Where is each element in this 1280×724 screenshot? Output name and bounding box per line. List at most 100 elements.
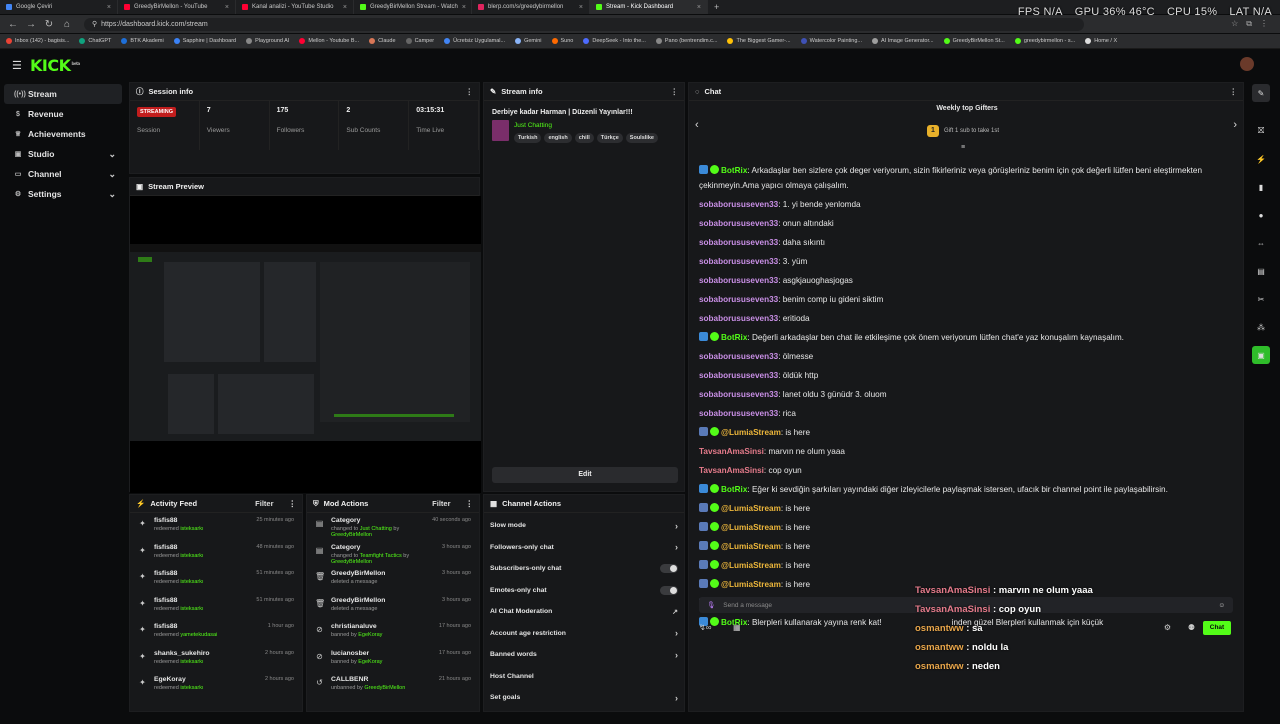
chat-username[interactable]: @LumiaStream xyxy=(721,504,781,513)
more-icon[interactable]: ⋮ xyxy=(1230,87,1238,96)
bookmark-item[interactable]: Home / X xyxy=(1085,38,1117,44)
chevron-right-icon[interactable]: › xyxy=(1233,119,1237,131)
chat-username[interactable]: sobaborususeven33 xyxy=(699,390,778,399)
stream-tag[interactable]: Türkçe xyxy=(596,133,623,143)
bookmark-item[interactable]: Inbox (142) - bagisis... xyxy=(6,38,69,44)
chat-bubble-icon[interactable]: ● xyxy=(1252,206,1270,224)
edit-button[interactable]: Edit xyxy=(492,467,678,483)
bookmark-item[interactable]: AI Image Generator... xyxy=(871,38,934,44)
user-group-icon[interactable]: ⚉ xyxy=(1188,623,1195,632)
chat-username[interactable]: BotRix xyxy=(721,166,747,175)
close-tab-icon[interactable]: × xyxy=(343,4,347,11)
emoji-icon[interactable]: ☺ xyxy=(1218,602,1225,609)
bookmark-item[interactable]: Pano (bentrendim.c... xyxy=(655,38,717,44)
stream-tag[interactable]: chill xyxy=(574,133,594,143)
sidebar-item-settings[interactable]: ⚙ Settings ⌄ xyxy=(4,184,122,204)
bookmark-item[interactable]: BTK Akademi xyxy=(121,38,164,44)
bookmark-item[interactable]: DeepSeek - Into the... xyxy=(583,38,646,44)
sidebar-item-achievements[interactable]: ♕ Achievements xyxy=(4,124,122,144)
chat-username[interactable]: @LumiaStream xyxy=(721,542,781,551)
chat-username[interactable]: @LumiaStream xyxy=(721,428,781,437)
green-app-icon[interactable]: ▣ xyxy=(1252,346,1270,364)
bookmark-item[interactable]: Ücretsiz Uygulamal... xyxy=(444,38,505,44)
kick-logo[interactable]: KICKbeta xyxy=(30,56,80,75)
toggle-switch[interactable] xyxy=(660,564,678,574)
back-icon[interactable]: ← xyxy=(8,19,18,30)
chat-username[interactable]: sobaborususeven33 xyxy=(699,295,778,304)
close-tab-icon[interactable]: × xyxy=(579,4,583,11)
mod-action-name[interactable]: CALLBENR xyxy=(331,676,432,683)
toggle-switch[interactable] xyxy=(660,585,678,595)
activity-username[interactable]: fisfis88 xyxy=(154,544,249,551)
chevron-down-icon[interactable]: ⌄ xyxy=(108,189,116,200)
site-info-icon[interactable]: ⚲ xyxy=(92,20,97,28)
forward-icon[interactable]: → xyxy=(26,19,36,30)
activity-username[interactable]: fisfis88 xyxy=(154,517,249,524)
more-icon[interactable]: ⋮ xyxy=(466,87,474,96)
bookmark-item[interactable]: Mellon - Youtube B... xyxy=(299,38,359,44)
sidebar-item-stream[interactable]: ((•)) Stream xyxy=(4,84,122,104)
chat-username[interactable]: sobaborususeven33 xyxy=(699,219,778,228)
chat-username[interactable]: @LumiaStream xyxy=(721,580,781,589)
chat-username[interactable]: sobaborususeven33 xyxy=(699,257,778,266)
mod-action-name[interactable]: GreedyBirMellon xyxy=(331,570,435,577)
bookmark-item[interactable]: Suno xyxy=(551,38,573,44)
stream-tag[interactable]: Soulslike xyxy=(625,133,658,143)
new-tab-icon[interactable]: + xyxy=(708,2,725,12)
chevron-down-icon[interactable]: ⌄ xyxy=(108,169,116,180)
channel-action-subscribers-only-chat[interactable]: Subscribers-only chat xyxy=(484,558,684,580)
group-icon[interactable]: ⁂ xyxy=(1252,318,1270,336)
chat-username[interactable]: sobaborususeven33 xyxy=(699,200,778,209)
points-icon[interactable]: ↯∞ xyxy=(699,623,711,632)
chat-username[interactable]: TavsanAmaSinsi xyxy=(699,466,764,475)
url-input[interactable]: ⚲ https://dashboard.kick.com/stream xyxy=(84,17,1084,31)
user-avatar[interactable] xyxy=(1240,57,1254,71)
category-name[interactable]: Just Chatting xyxy=(514,122,658,129)
gift-icon[interactable]: ⛝ xyxy=(1252,122,1270,140)
chat-username[interactable]: sobaborususeven33 xyxy=(699,314,778,323)
chat-username[interactable]: sobaborususeven33 xyxy=(699,352,778,361)
bookmark-item[interactable]: Camper xyxy=(405,38,434,44)
more-icon[interactable]: ⋮ xyxy=(289,499,297,508)
sidebar-item-channel[interactable]: ▭ Channel ⌄ xyxy=(4,164,122,184)
close-tab-icon[interactable]: × xyxy=(225,4,229,11)
home-icon[interactable]: ⌂ xyxy=(62,19,72,30)
activity-username[interactable]: fisfis88 xyxy=(154,597,249,604)
browser-tab[interactable]: Stream - Kick Dashboard × xyxy=(590,0,708,14)
chat-username[interactable]: sobaborususeven33 xyxy=(699,276,778,285)
mod-action-name[interactable]: GreedyBirMellon xyxy=(331,597,435,604)
channel-action-emotes-only-chat[interactable]: Emotes-only chat xyxy=(484,580,684,602)
browser-tab[interactable]: Kanal analizi - YouTube Studio × xyxy=(236,0,354,14)
mod-action-name[interactable]: Category xyxy=(331,544,435,551)
hamburger-menu-icon[interactable]: ☰ xyxy=(12,59,22,72)
mod-action-name[interactable]: Category xyxy=(331,517,425,524)
link-icon[interactable]: ⇔ xyxy=(1252,234,1270,252)
channel-action-host-channel[interactable]: Host Channel xyxy=(484,666,684,688)
chat-username[interactable]: BotRix xyxy=(721,485,747,494)
pencil-icon[interactable]: ✎ xyxy=(1252,84,1270,102)
bookmark-item[interactable]: greedybirmellon - s... xyxy=(1014,38,1075,44)
mod-action-name[interactable]: lucianosber xyxy=(331,650,432,657)
reload-icon[interactable]: ↻ xyxy=(44,19,54,30)
menu-dots-icon[interactable]: ⋮ xyxy=(1260,19,1268,29)
bookmark-item[interactable]: Watercolor Painting... xyxy=(800,38,862,44)
mic-icon[interactable]: 🎙 xyxy=(707,601,715,609)
chat-username[interactable]: @LumiaStream xyxy=(721,561,781,570)
star-icon[interactable]: ☆ xyxy=(1231,19,1238,29)
bookmark-item[interactable]: Gemini xyxy=(515,38,542,44)
stream-tag[interactable]: Turkish xyxy=(514,133,542,143)
collapse-icon[interactable]: ≡ xyxy=(961,144,965,151)
send-chat-button[interactable]: Chat xyxy=(1203,621,1231,635)
channel-action-ai-chat-moderation[interactable]: AI Chat Moderation ↗ xyxy=(484,601,684,623)
sidebar-item-revenue[interactable]: $ Revenue xyxy=(4,104,122,124)
filter-button[interactable]: Filter xyxy=(432,499,450,508)
chat-username[interactable]: sobaborususeven33 xyxy=(699,238,778,247)
chevron-left-icon[interactable]: ‹ xyxy=(695,119,699,131)
browser-tab[interactable]: GreedyBirMellon - YouTube × xyxy=(118,0,236,14)
filter-button[interactable]: Filter xyxy=(255,499,273,508)
video-player[interactable] xyxy=(130,196,481,493)
mod-action-name[interactable]: christianaluve xyxy=(331,623,432,630)
stream-tag[interactable]: english xyxy=(544,133,572,143)
extensions-icon[interactable]: ⧉ xyxy=(1246,19,1252,29)
bookmark-item[interactable]: Playground AI xyxy=(246,38,289,44)
